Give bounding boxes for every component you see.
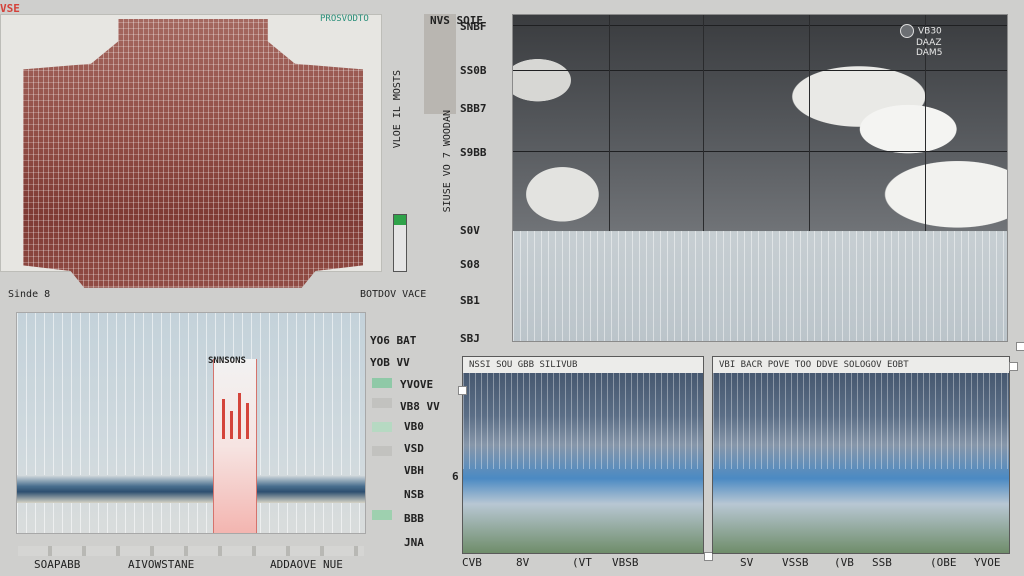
side-label: VSD xyxy=(404,442,424,455)
y-tick: S08 xyxy=(460,258,480,271)
heatmap-footer-left: Sinde 8 xyxy=(8,289,51,300)
grid-line xyxy=(513,151,1007,152)
grid-line xyxy=(513,70,1007,71)
legend-marker-icon xyxy=(900,24,914,38)
bottom-label: ADDAOVE NUE xyxy=(270,558,343,571)
side-label: YVOVE xyxy=(400,378,434,391)
legend-entry: DAM5 xyxy=(916,48,943,58)
resize-handle[interactable] xyxy=(458,386,467,395)
sky-chart-panel[interactable] xyxy=(512,14,1008,342)
bottom-label: YVOE xyxy=(974,556,1001,569)
side-label: VBH xyxy=(404,464,424,477)
resize-handle[interactable] xyxy=(1016,342,1024,351)
side-label: BBB xyxy=(404,512,424,525)
mini-legend xyxy=(424,14,456,114)
y-tick: SBJ xyxy=(460,332,480,345)
legend-swatch xyxy=(372,398,392,408)
panel-header: VBI BACR POVE TOO DDVE SOLOGOV EOBT xyxy=(713,357,1009,373)
legend-entry: VB30 xyxy=(900,24,942,38)
y-tick: SB1 xyxy=(460,294,480,307)
grid-line-vertical xyxy=(703,15,704,231)
side-label: VB8 VV xyxy=(400,400,440,413)
bottom-label: SSB xyxy=(872,556,892,569)
legend-swatch xyxy=(372,378,392,388)
heatmap-footer-right: BOTDOV VACE xyxy=(360,289,427,300)
side-label: VB0 xyxy=(404,420,424,433)
bottom-middle-panel[interactable]: NSSI SOU GBB SILIVUB xyxy=(462,356,704,554)
legend-entry: DAAZ xyxy=(916,38,942,48)
side-label: NSB xyxy=(404,488,424,501)
bottom-label: SV xyxy=(740,556,754,569)
bottom-left-chart[interactable] xyxy=(16,312,366,534)
bottom-label: (OBE xyxy=(930,556,957,569)
y-tick: SNBF xyxy=(460,20,487,33)
bottom-label: (VB xyxy=(834,556,854,569)
header-left-label: PROSVODTO xyxy=(320,14,369,24)
bottom-label: VSSB xyxy=(782,556,809,569)
bottom-label: (VT xyxy=(572,556,592,569)
timeline-strip[interactable] xyxy=(18,546,364,556)
bottom-label: SOAPABB xyxy=(34,558,81,571)
striped-series xyxy=(713,373,1009,469)
y-tick: S0V xyxy=(460,224,480,237)
side-label: YO6 BAT xyxy=(370,334,417,347)
red-bar xyxy=(222,399,225,439)
landscape-band xyxy=(17,475,365,503)
legend-swatch xyxy=(372,446,392,456)
heatmap-panel[interactable] xyxy=(0,14,382,288)
y-tick: S9BB xyxy=(460,146,487,159)
y-tick: SS0B xyxy=(460,64,487,77)
bottom-label: CVB xyxy=(462,556,482,569)
sky-area-series xyxy=(513,231,1007,341)
grid-line-vertical xyxy=(609,15,610,231)
bottom-right-panel[interactable]: VBI BACR POVE TOO DDVE SOLOGOV EOBT xyxy=(712,356,1010,554)
resize-handle[interactable] xyxy=(1009,362,1018,371)
red-bar xyxy=(238,393,241,439)
striped-series xyxy=(463,373,703,469)
side-vertical-label: SIUSE VO 7 WOODAN xyxy=(442,110,453,213)
red-bar xyxy=(230,411,233,439)
side-label: YOB VV xyxy=(370,356,410,369)
bottom-label: AIVOWSTANE xyxy=(128,558,195,571)
panel-header: NSSI SOU GBB SILIVUB xyxy=(463,357,703,373)
red-bar xyxy=(246,403,249,439)
bottom-label: VBSB xyxy=(612,556,639,569)
side-label: JNA xyxy=(404,536,424,549)
heatmap-shape xyxy=(23,19,363,288)
popup-label: SNNSONS xyxy=(208,356,246,366)
highlight-column[interactable] xyxy=(213,359,257,533)
scale-label: VLOE IL MOSTS xyxy=(392,70,403,149)
bottom-label: 8V xyxy=(516,556,530,569)
legend-swatch xyxy=(372,422,392,432)
legend-swatch xyxy=(372,510,392,520)
y-tick: SBB7 xyxy=(460,102,487,115)
color-scale-bar[interactable] xyxy=(393,214,407,272)
side-label: 6 xyxy=(452,470,459,483)
grid-line-vertical xyxy=(809,15,810,231)
sky-legend: VB30 DAAZ DAM5 xyxy=(900,24,942,58)
